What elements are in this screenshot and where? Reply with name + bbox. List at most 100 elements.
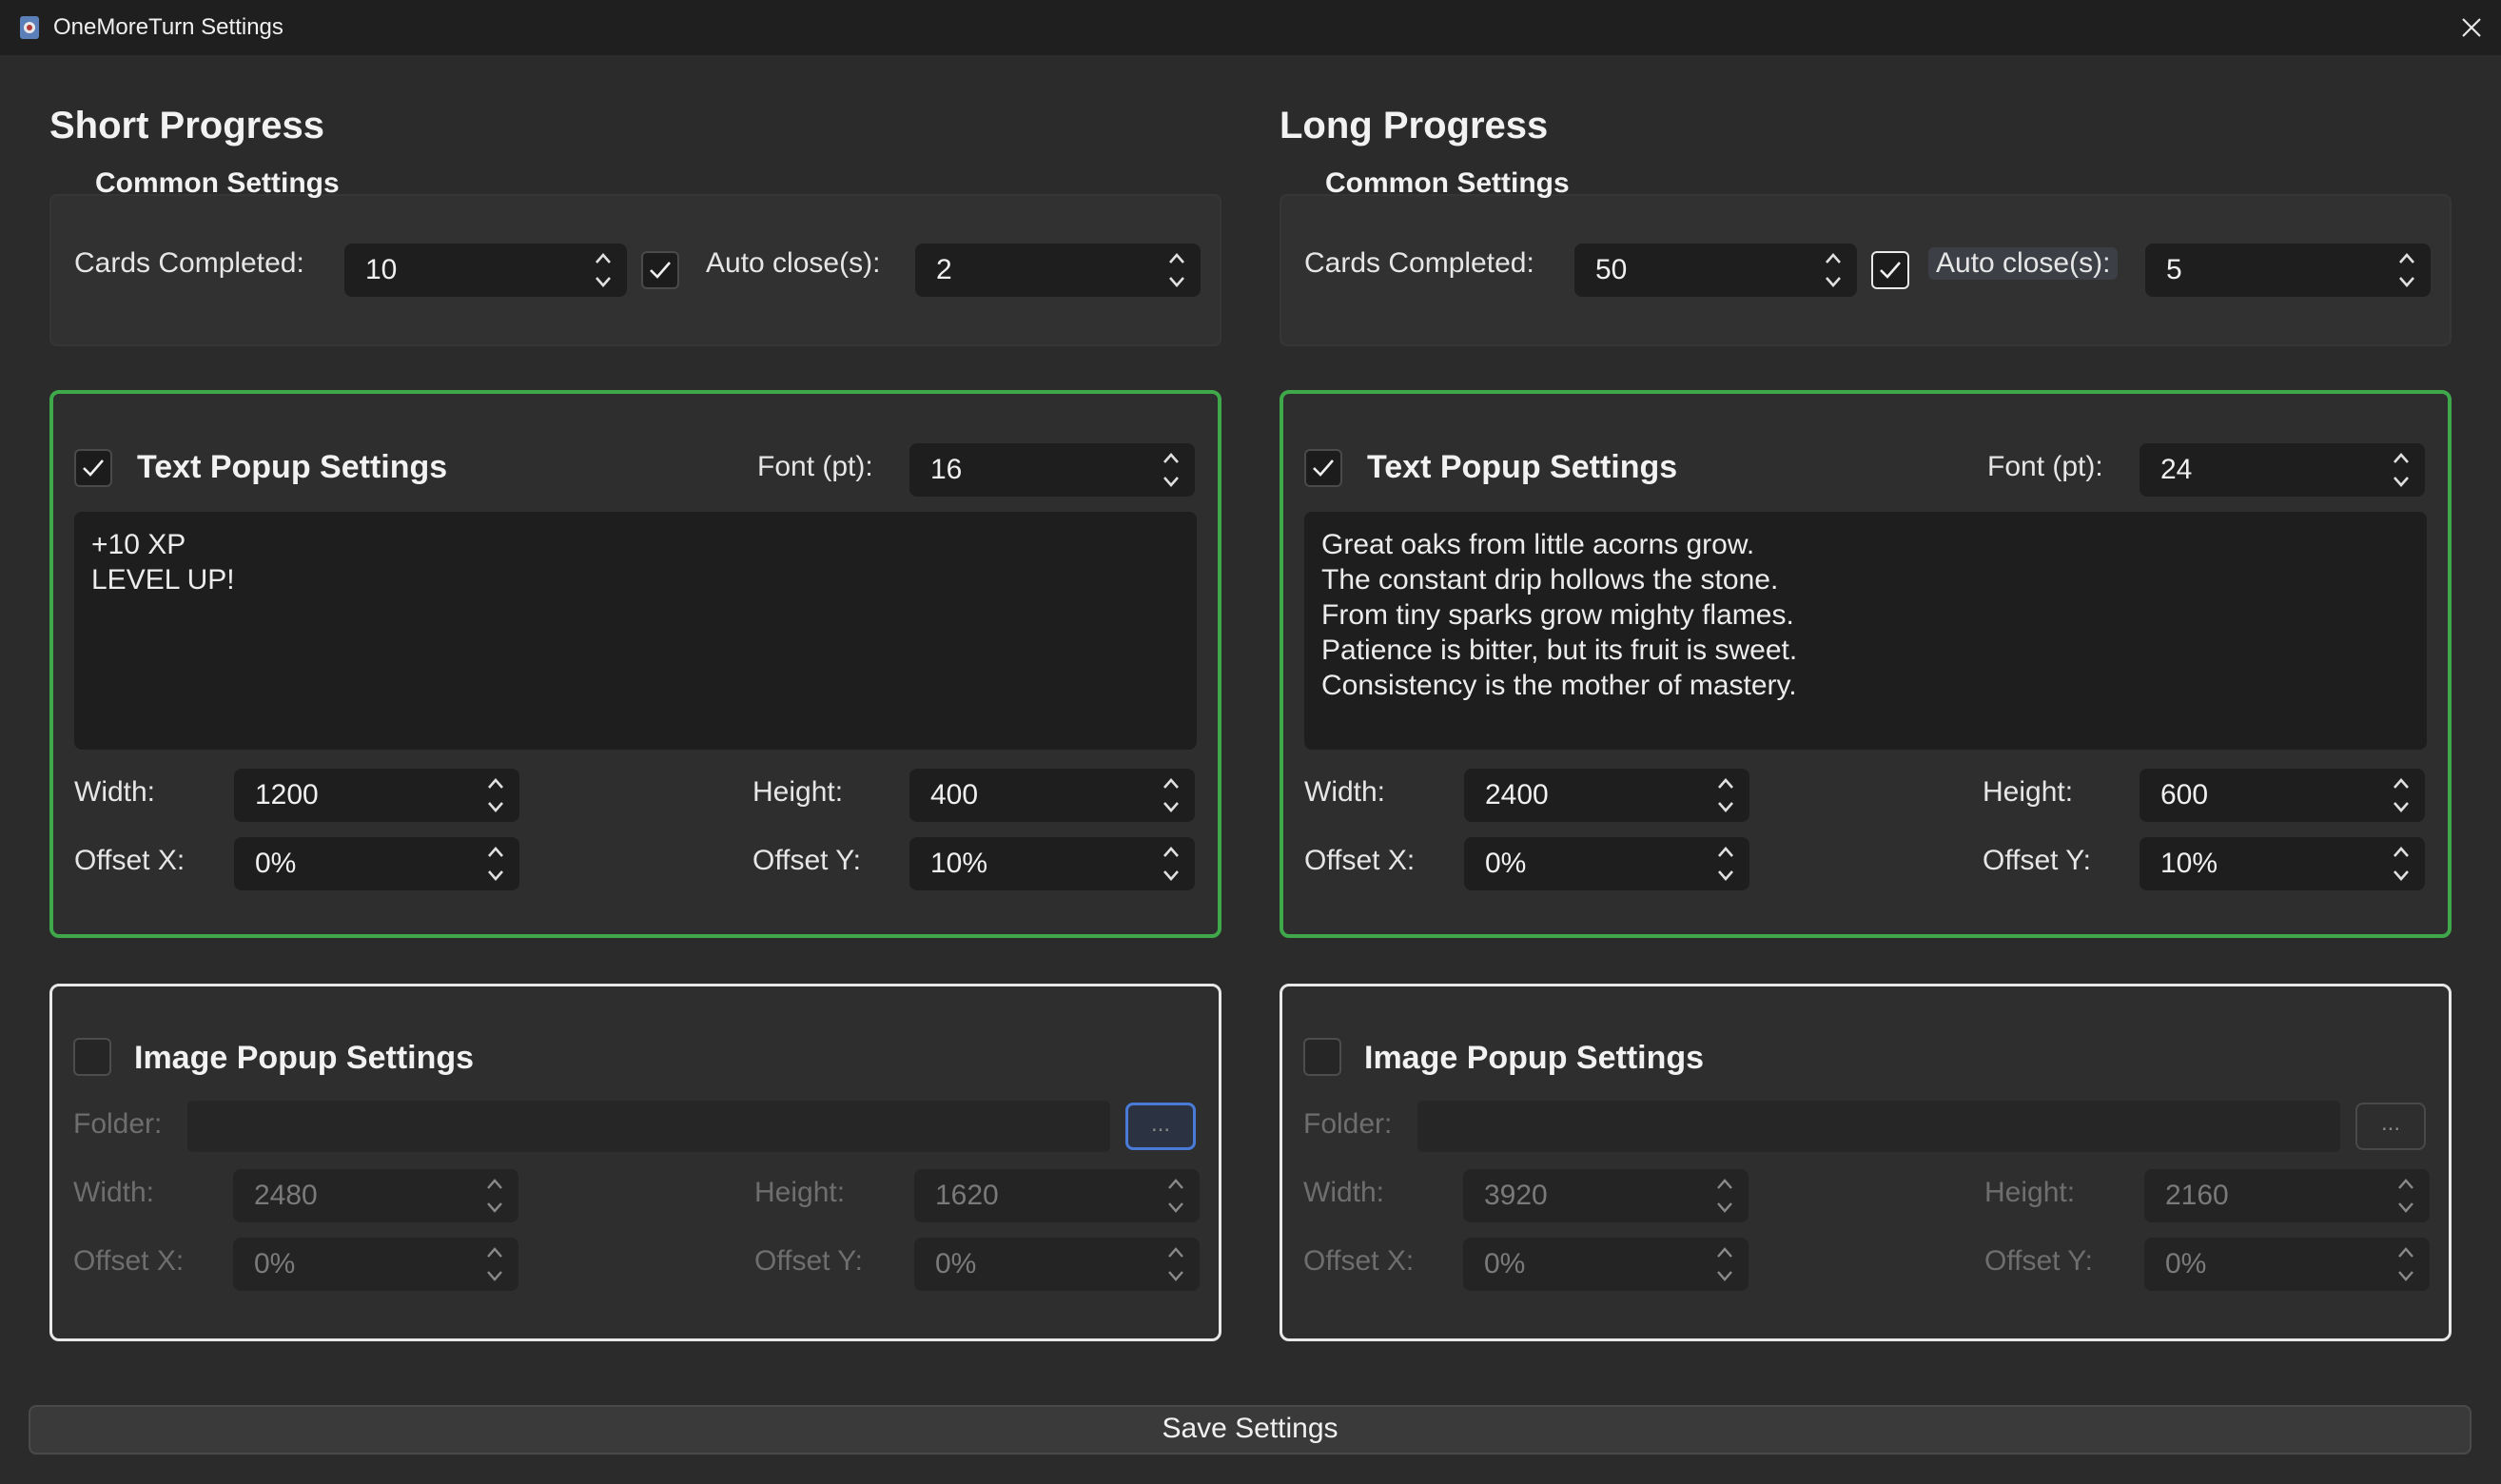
- image-popup-header: Image Popup Settings: [134, 1040, 475, 1076]
- spin-arrows-icon[interactable]: [1161, 774, 1182, 816]
- auto-close-spinbox[interactable]: 5: [2145, 244, 2431, 297]
- browse-folder-button[interactable]: ...: [1125, 1103, 1196, 1150]
- cards-completed-spinbox[interactable]: 50: [1574, 244, 1857, 297]
- folder-input[interactable]: [187, 1101, 1110, 1152]
- offset-y-spinbox[interactable]: 0%: [914, 1238, 1200, 1291]
- height-value: 600: [2160, 779, 2209, 810]
- width-label: Width:: [73, 1177, 155, 1208]
- auto-close-value: 5: [2166, 254, 2182, 285]
- spin-arrows-icon[interactable]: [1714, 1243, 1735, 1285]
- auto-close-value: 2: [936, 254, 952, 285]
- cards-completed-spinbox[interactable]: 10: [344, 244, 627, 297]
- width-spinbox[interactable]: 1200: [234, 769, 519, 822]
- save-settings-button[interactable]: Save Settings: [29, 1405, 2472, 1455]
- folder-label: Folder:: [73, 1108, 163, 1140]
- spin-arrows-icon[interactable]: [1823, 249, 1844, 291]
- close-icon[interactable]: [2461, 17, 2482, 38]
- offset-y-spinbox[interactable]: 10%: [909, 837, 1195, 890]
- close-button[interactable]: [2442, 0, 2501, 55]
- checkmark-icon: [1880, 262, 1901, 279]
- spin-arrows-icon[interactable]: [1166, 249, 1187, 291]
- offset-y-label: Offset Y:: [754, 1245, 863, 1277]
- auto-close-checkbox[interactable]: [1871, 251, 1909, 289]
- image-popup-checkbox[interactable]: [1303, 1038, 1341, 1076]
- cards-completed-label: Cards Completed:: [74, 247, 304, 279]
- common-settings-caption: Common Settings: [1325, 167, 1570, 199]
- image-popup-checkbox[interactable]: [73, 1038, 111, 1076]
- spin-arrows-icon[interactable]: [484, 1243, 505, 1285]
- auto-close-spinbox[interactable]: 2: [915, 244, 1201, 297]
- text-popup-checkbox[interactable]: [1304, 449, 1342, 487]
- offset-x-spinbox[interactable]: 0%: [234, 837, 519, 890]
- auto-close-label: Auto close(s):: [706, 247, 881, 279]
- auto-close-checkbox[interactable]: [641, 251, 679, 289]
- font-value: 16: [930, 454, 963, 485]
- offset-x-label: Offset X:: [74, 845, 186, 876]
- spin-arrows-icon[interactable]: [2395, 1175, 2416, 1217]
- height-spinbox[interactable]: 600: [2140, 769, 2425, 822]
- width-value: 3920: [1484, 1180, 1548, 1211]
- image-popup-group: Image Popup Settings Folder: ... Width: …: [49, 984, 1221, 1341]
- spin-arrows-icon[interactable]: [1714, 1175, 1735, 1217]
- spin-arrows-icon[interactable]: [484, 1175, 505, 1217]
- width-value: 1200: [255, 779, 319, 810]
- height-value: 1620: [935, 1180, 999, 1211]
- spin-arrows-icon[interactable]: [1161, 449, 1182, 491]
- offset-x-value: 0%: [254, 1248, 296, 1279]
- font-spinbox[interactable]: 16: [909, 443, 1195, 497]
- popup-text-area[interactable]: +10 XP LEVEL UP!: [74, 512, 1197, 750]
- checkmark-icon: [1313, 459, 1334, 477]
- offset-x-label: Offset X:: [1303, 1245, 1415, 1277]
- offset-y-value: 0%: [2165, 1248, 2207, 1279]
- offset-x-spinbox[interactable]: 0%: [1463, 1238, 1749, 1291]
- offset-y-spinbox[interactable]: 0%: [2144, 1238, 2430, 1291]
- width-value: 2400: [1485, 779, 1549, 810]
- height-spinbox[interactable]: 2160: [2144, 1169, 2430, 1222]
- spin-arrows-icon[interactable]: [2395, 1243, 2416, 1285]
- spin-arrows-icon[interactable]: [485, 843, 506, 885]
- text-popup-header: Text Popup Settings: [1367, 449, 1678, 485]
- height-spinbox[interactable]: 1620: [914, 1169, 1200, 1222]
- spin-arrows-icon[interactable]: [1715, 843, 1736, 885]
- cards-completed-label: Cards Completed:: [1304, 247, 1534, 279]
- app-icon: [20, 16, 39, 39]
- spin-arrows-icon[interactable]: [2391, 774, 2412, 816]
- auto-close-label: Auto close(s):: [1928, 247, 2119, 280]
- spin-arrows-icon[interactable]: [1165, 1243, 1186, 1285]
- spin-arrows-icon[interactable]: [2391, 843, 2412, 885]
- offset-x-value: 0%: [255, 848, 297, 879]
- common-settings-caption: Common Settings: [95, 167, 340, 199]
- title-bar: OneMoreTurn Settings: [0, 0, 2501, 55]
- folder-input[interactable]: [1417, 1101, 2340, 1152]
- font-spinbox[interactable]: 24: [2140, 443, 2425, 497]
- offset-x-spinbox[interactable]: 0%: [1464, 837, 1749, 890]
- offset-x-spinbox[interactable]: 0%: [233, 1238, 518, 1291]
- width-spinbox[interactable]: 2480: [233, 1169, 518, 1222]
- browse-folder-button[interactable]: ...: [2355, 1103, 2426, 1150]
- spin-arrows-icon[interactable]: [2391, 449, 2412, 491]
- offset-x-label: Offset X:: [1304, 845, 1416, 876]
- spin-arrows-icon[interactable]: [593, 249, 614, 291]
- offset-y-spinbox[interactable]: 10%: [2140, 837, 2425, 890]
- spin-arrows-icon[interactable]: [1715, 774, 1736, 816]
- spin-arrows-icon[interactable]: [2396, 249, 2417, 291]
- window-title: OneMoreTurn Settings: [53, 14, 283, 40]
- offset-x-value: 0%: [1484, 1248, 1526, 1279]
- offset-y-value: 10%: [2160, 848, 2218, 879]
- width-spinbox[interactable]: 3920: [1463, 1169, 1749, 1222]
- text-popup-checkbox[interactable]: [74, 449, 112, 487]
- long-progress-column: Long Progress Cards Completed: 50 Auto c…: [1280, 55, 2452, 1406]
- text-popup-group: Text Popup Settings Font (pt): 24 Great …: [1280, 390, 2452, 938]
- font-label: Font (pt):: [1987, 451, 2103, 482]
- width-spinbox[interactable]: 2400: [1464, 769, 1749, 822]
- spin-arrows-icon[interactable]: [485, 774, 506, 816]
- height-spinbox[interactable]: 400: [909, 769, 1195, 822]
- popup-text-area[interactable]: Great oaks from little acorns grow. The …: [1304, 512, 2427, 750]
- offset-y-value: 0%: [935, 1248, 977, 1279]
- offset-y-value: 10%: [930, 848, 988, 879]
- spin-arrows-icon[interactable]: [1165, 1175, 1186, 1217]
- checkmark-icon: [650, 262, 671, 279]
- spin-arrows-icon[interactable]: [1161, 843, 1182, 885]
- text-popup-header: Text Popup Settings: [137, 449, 448, 485]
- width-label: Width:: [1303, 1177, 1385, 1208]
